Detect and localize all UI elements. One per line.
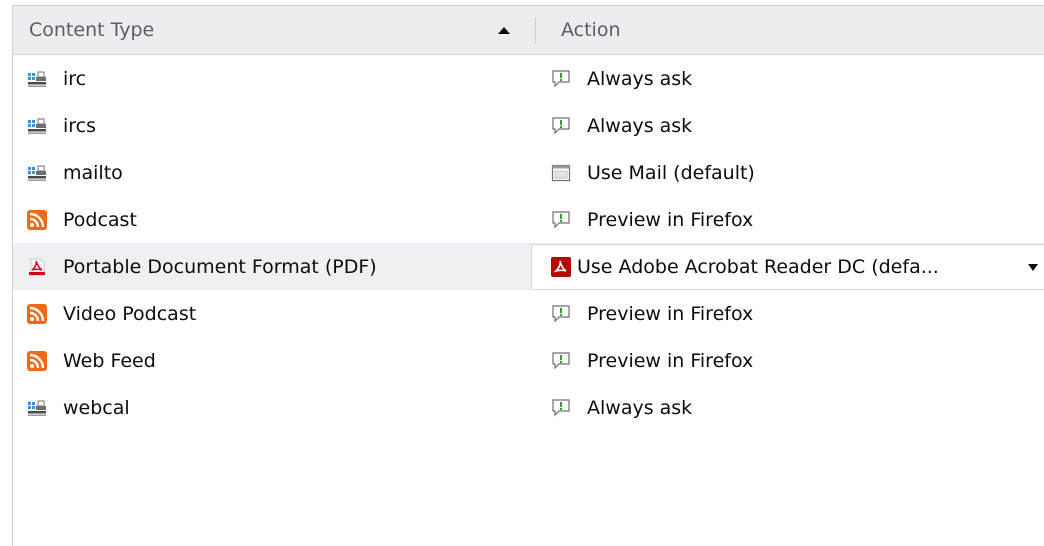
- table-row[interactable]: webcal Always ask: [13, 384, 1044, 431]
- table-row[interactable]: Video Podcast Preview in Firefox: [13, 290, 1044, 337]
- action-cell[interactable]: Always ask: [551, 55, 692, 102]
- feed-icon: [27, 209, 47, 230]
- always-ask-icon: [551, 116, 571, 136]
- always-ask-icon: [551, 351, 571, 371]
- content-type-label: irc: [63, 67, 87, 90]
- always-ask-icon: [551, 69, 571, 89]
- action-cell[interactable]: Always ask: [551, 384, 692, 431]
- chevron-down-icon[interactable]: [1028, 264, 1038, 271]
- applications-table: Content Type Action irc Always ask ircs Alw…: [12, 5, 1044, 546]
- content-type-label: Podcast: [63, 208, 137, 231]
- content-type-cell: irc: [27, 55, 86, 102]
- content-type-cell: Podcast: [27, 196, 137, 243]
- protocol-icon: [27, 116, 47, 136]
- table-row[interactable]: mailto Use Mail (default): [13, 149, 1044, 196]
- content-type-label: Video Podcast: [63, 302, 197, 325]
- table-row[interactable]: Podcast Preview in Firefox: [13, 196, 1044, 243]
- app-window-icon: [551, 163, 571, 183]
- pdf-icon: [27, 257, 47, 277]
- feed-icon: [27, 350, 47, 371]
- action-cell[interactable]: Use Mail (default): [551, 149, 755, 196]
- table-row[interactable]: Web Feed Preview in Firefox: [13, 337, 1044, 384]
- always-ask-icon: [551, 304, 571, 324]
- action-select-value: Use Adobe Acrobat Reader DC (defa...: [577, 256, 939, 278]
- action-label: Always ask: [587, 67, 693, 90]
- action-label: Preview in Firefox: [587, 302, 754, 325]
- feed-icon: [27, 303, 47, 324]
- column-header-action[interactable]: Action: [561, 6, 1031, 54]
- table-row[interactable]: irc Always ask: [13, 55, 1044, 102]
- column-header-content-type[interactable]: Content Type: [29, 6, 529, 54]
- action-cell[interactable]: Preview in Firefox: [551, 290, 753, 337]
- content-type-cell: Video Podcast: [27, 290, 196, 337]
- acrobat-icon: [551, 257, 571, 277]
- protocol-icon: [27, 69, 47, 89]
- action-cell[interactable]: Preview in Firefox: [551, 196, 753, 243]
- always-ask-icon: [551, 210, 571, 230]
- column-divider[interactable]: [535, 17, 536, 44]
- action-cell[interactable]: Always ask: [551, 102, 692, 149]
- content-type-cell: Web Feed: [27, 337, 156, 384]
- action-select[interactable]: Use Adobe Acrobat Reader DC (defa...: [531, 244, 1044, 290]
- content-type-label: Portable Document Format (PDF): [63, 255, 377, 278]
- table-body: irc Always ask ircs Always ask mailto Use Mai…: [13, 55, 1044, 431]
- content-type-cell: ircs: [27, 102, 96, 149]
- action-label: Always ask: [587, 114, 693, 137]
- content-type-cell: mailto: [27, 149, 123, 196]
- content-type-cell: Portable Document Format (PDF): [27, 243, 377, 290]
- action-label: Preview in Firefox: [587, 349, 754, 372]
- content-type-cell: webcal: [27, 384, 130, 431]
- content-type-label: webcal: [63, 396, 130, 419]
- content-type-label: mailto: [63, 161, 123, 184]
- content-type-label: Web Feed: [63, 349, 156, 372]
- action-label: Use Mail (default): [587, 161, 755, 184]
- content-type-label: ircs: [63, 114, 97, 137]
- protocol-icon: [27, 398, 47, 418]
- action-cell[interactable]: Preview in Firefox: [551, 337, 753, 384]
- table-row[interactable]: Portable Document Format (PDF) Use Adobe …: [13, 243, 1044, 290]
- always-ask-icon: [551, 398, 571, 418]
- action-label: Preview in Firefox: [587, 208, 754, 231]
- table-row[interactable]: ircs Always ask: [13, 102, 1044, 149]
- table-header: Content Type Action: [13, 6, 1044, 55]
- protocol-icon: [27, 163, 47, 183]
- sort-ascending-icon[interactable]: [498, 27, 510, 34]
- action-label: Always ask: [587, 396, 693, 419]
